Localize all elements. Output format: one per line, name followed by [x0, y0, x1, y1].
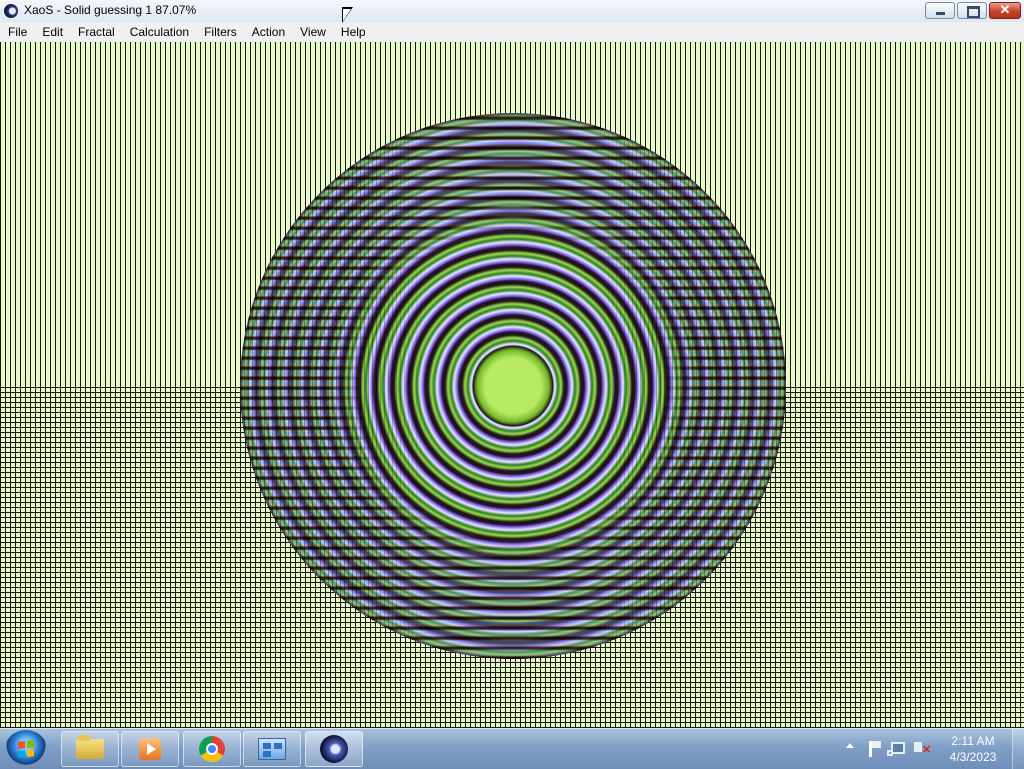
network-icon[interactable] — [887, 742, 905, 756]
menu-filters[interactable]: Filters — [196, 22, 244, 42]
taskbar-control-panel-button[interactable] — [243, 731, 301, 767]
show-hidden-icons-arrow[interactable] — [846, 743, 854, 748]
menu-file[interactable]: File — [0, 22, 34, 42]
minimize-button[interactable] — [925, 2, 955, 19]
menu-fractal[interactable]: Fractal — [70, 22, 122, 42]
fractal-canvas[interactable] — [0, 42, 1024, 728]
chrome-icon — [199, 736, 225, 762]
fractal-disc — [240, 113, 786, 659]
menu-bar: File Edit Fractal Calculation Filters Ac… — [0, 22, 1024, 42]
taskbar-explorer-button[interactable] — [61, 731, 119, 767]
taskbar: 2:11 AM 4/3/2023 — [0, 728, 1024, 769]
menu-edit[interactable]: Edit — [34, 22, 70, 42]
system-tray — [840, 729, 950, 769]
menu-calculation[interactable]: Calculation — [122, 22, 196, 42]
volume-muted-icon[interactable] — [914, 742, 931, 756]
clock-date: 4/3/2023 — [949, 750, 997, 764]
action-center-flag-icon[interactable] — [869, 741, 881, 757]
menu-action[interactable]: Action — [244, 22, 292, 42]
folder-icon — [76, 735, 104, 759]
clock-time: 2:11 AM — [951, 734, 995, 748]
control-panel-icon — [258, 738, 286, 760]
media-player-icon — [139, 738, 161, 760]
taskbar-media-player-button[interactable] — [121, 731, 179, 767]
menu-view[interactable]: View — [292, 22, 333, 42]
show-desktop-button[interactable] — [1012, 729, 1024, 769]
taskbar-xaos-button[interactable] — [305, 731, 363, 767]
maximize-button[interactable] — [957, 2, 987, 19]
xaos-app-icon[interactable] — [4, 4, 18, 18]
xaos-icon — [320, 735, 348, 763]
menu-help[interactable]: Help — [333, 22, 373, 42]
window-title-bar[interactable]: XaoS - Solid guessing 1 87.07% — [0, 0, 1024, 23]
window-title: XaoS - Solid guessing 1 87.07% — [24, 3, 197, 17]
close-button[interactable] — [989, 2, 1021, 19]
taskbar-clock[interactable]: 2:11 AM 4/3/2023 — [940, 733, 1006, 765]
windows-start-icon[interactable] — [5, 730, 47, 768]
taskbar-chrome-button[interactable] — [183, 731, 241, 767]
fractal-edge-stripes — [240, 113, 786, 659]
